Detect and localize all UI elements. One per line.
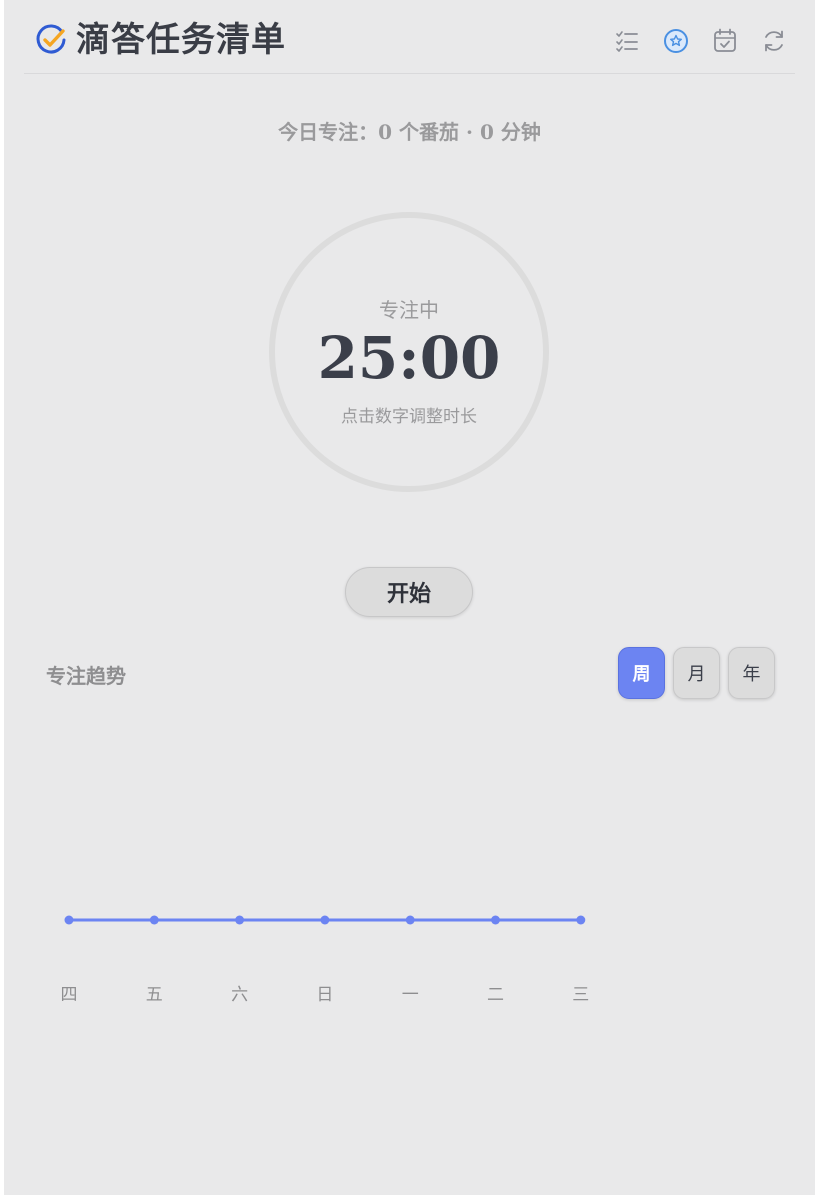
x-axis-tick-label: 日 xyxy=(316,985,333,1005)
trend-data-point xyxy=(64,915,74,925)
timer-hint: 点击数字调整时长 xyxy=(341,407,477,427)
calendar-button[interactable] xyxy=(712,28,738,54)
trend-range-selector: 周 月 年 xyxy=(618,647,775,699)
focus-timer[interactable]: 专注中 25:00 点击数字调整时长 xyxy=(269,212,549,492)
today-focus-value: 0 个番茄 · 0 分钟 xyxy=(378,120,541,144)
toolbar xyxy=(614,28,787,54)
today-focus-summary: 今日专注：0 个番茄 · 0 分钟 xyxy=(4,116,815,145)
range-month-button[interactable]: 月 xyxy=(673,647,720,699)
app-window: 滴答任务清单 今日专注：0 个番茄 · 0 分钟 专注中 25:00 点击数字调… xyxy=(4,0,815,1195)
trend-data-point xyxy=(576,915,586,925)
trend-data-point xyxy=(405,915,415,925)
range-year-button[interactable]: 年 xyxy=(728,647,775,699)
trend-data-point xyxy=(320,915,330,925)
x-axis-tick-label: 二 xyxy=(487,985,504,1005)
task-list-button[interactable] xyxy=(614,28,640,54)
today-focus-label: 今日专注： xyxy=(278,120,379,144)
x-axis-tick-label: 五 xyxy=(146,985,163,1005)
timer-time[interactable]: 25:00 xyxy=(275,326,543,390)
sync-icon xyxy=(765,30,783,52)
sync-button[interactable] xyxy=(761,28,787,54)
x-axis-tick-label: 四 xyxy=(61,985,78,1005)
check-circle-logo-icon xyxy=(34,23,68,57)
start-button[interactable]: 开始 xyxy=(345,567,473,617)
trend-data-point xyxy=(149,915,159,925)
brand: 滴答任务清单 xyxy=(34,20,286,60)
focus-pomodoro-button[interactable] xyxy=(663,28,689,54)
x-axis-tick-label: 三 xyxy=(572,985,589,1005)
focus-trend-chart: 四五六日一二三 xyxy=(61,915,589,1005)
range-week-button[interactable]: 周 xyxy=(618,647,665,699)
x-axis-tick-label: 一 xyxy=(402,985,419,1005)
timer-state: 专注中 xyxy=(379,298,439,322)
header: 滴答任务清单 xyxy=(24,0,795,74)
focus-pomodoro-icon xyxy=(664,29,688,53)
calendar-check-icon xyxy=(714,28,736,52)
trend-title: 专注趋势 xyxy=(46,664,126,688)
trend-data-point xyxy=(235,915,245,925)
trend-data-point xyxy=(491,915,500,925)
task-list-icon xyxy=(616,31,638,52)
app-title: 滴答任务清单 xyxy=(76,20,286,60)
x-axis-tick-label: 六 xyxy=(231,985,248,1005)
